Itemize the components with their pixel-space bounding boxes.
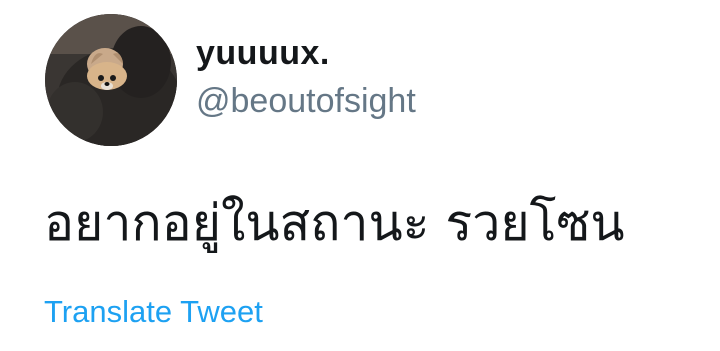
- tweet-card: yuuuux. @beoutofsight อยากอยู่ในสถานะ รว…: [0, 0, 720, 351]
- profile-photo-icon: [45, 14, 177, 146]
- avatar[interactable]: [45, 14, 177, 146]
- translate-tweet-link[interactable]: Translate Tweet: [44, 296, 263, 327]
- tweet-text: อยากอยู่ในสถานะ รวยโซน: [44, 194, 625, 252]
- display-name[interactable]: yuuuux.: [196, 36, 330, 70]
- user-handle[interactable]: @beoutofsight: [196, 84, 416, 118]
